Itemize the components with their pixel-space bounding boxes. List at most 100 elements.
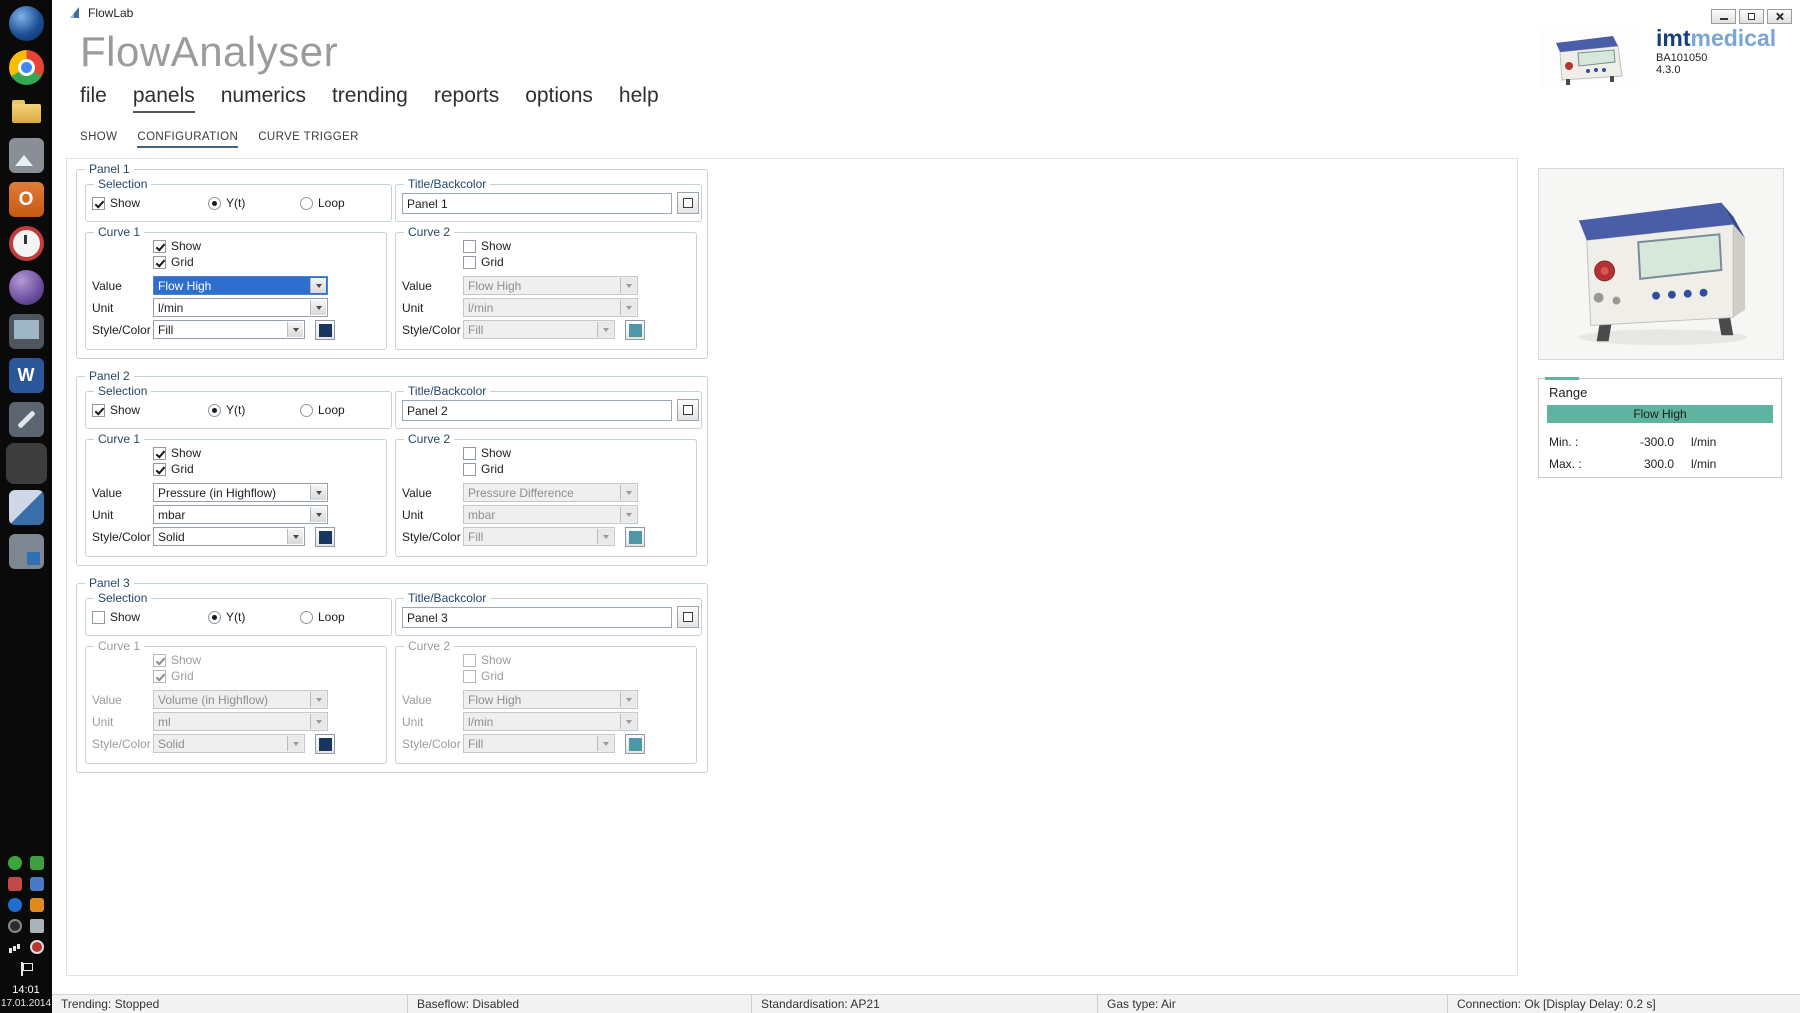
value-dropdown[interactable]: Flow High bbox=[153, 276, 328, 295]
blue-globe-icon[interactable] bbox=[9, 6, 44, 41]
tray-status-icon[interactable] bbox=[8, 919, 22, 933]
chevron-down-icon[interactable] bbox=[620, 692, 636, 707]
checkbox-icon[interactable] bbox=[463, 447, 476, 460]
curve-grid-checkbox[interactable]: Grid bbox=[463, 669, 504, 683]
chrome-icon[interactable] bbox=[9, 50, 44, 85]
curve-grid-checkbox[interactable]: Grid bbox=[153, 669, 194, 683]
radio-icon[interactable] bbox=[208, 611, 221, 624]
curve-show-checkbox[interactable]: Show bbox=[153, 239, 201, 253]
chevron-down-icon[interactable] bbox=[310, 300, 326, 315]
curve-show-checkbox[interactable]: Show bbox=[463, 653, 511, 667]
checkbox-icon[interactable] bbox=[153, 240, 166, 253]
chevron-down-icon[interactable] bbox=[287, 322, 303, 337]
chevron-down-icon[interactable] bbox=[310, 278, 326, 293]
chevron-down-icon[interactable] bbox=[287, 736, 303, 751]
chevron-down-icon[interactable] bbox=[620, 714, 636, 729]
defender-icon[interactable] bbox=[30, 877, 44, 891]
chevron-down-icon[interactable] bbox=[310, 692, 326, 707]
phone-icon[interactable] bbox=[30, 919, 44, 933]
curve-color-button[interactable] bbox=[315, 734, 335, 754]
volume-icon[interactable] bbox=[30, 940, 44, 954]
unit-dropdown[interactable]: mbar bbox=[463, 505, 638, 524]
panel-1-yt-radio[interactable]: Y(t) bbox=[208, 196, 245, 210]
menu-reports[interactable]: reports bbox=[434, 84, 499, 113]
panel-1-show-checkbox[interactable]: Show bbox=[92, 196, 140, 210]
monitor-icon[interactable] bbox=[9, 314, 44, 349]
unit-dropdown[interactable]: l/min bbox=[463, 298, 638, 317]
tab-configuration[interactable]: CONFIGURATION bbox=[137, 131, 238, 148]
restore-button[interactable] bbox=[1739, 9, 1764, 24]
tools-icon[interactable] bbox=[9, 402, 44, 437]
menu-help[interactable]: help bbox=[619, 84, 659, 113]
timer-icon[interactable] bbox=[9, 226, 44, 261]
media-orb-icon[interactable] bbox=[9, 270, 44, 305]
minimize-button[interactable] bbox=[1711, 9, 1736, 24]
chevron-down-icon[interactable] bbox=[597, 529, 613, 544]
checkbox-icon[interactable] bbox=[153, 463, 166, 476]
tab-curve-trigger[interactable]: CURVE TRIGGER bbox=[258, 131, 359, 148]
menu-numerics[interactable]: numerics bbox=[221, 84, 306, 113]
chevron-down-icon[interactable] bbox=[597, 322, 613, 337]
unit-dropdown[interactable]: l/min bbox=[463, 712, 638, 731]
checkbox-icon[interactable] bbox=[463, 463, 476, 476]
curve-show-checkbox[interactable]: Show bbox=[153, 446, 201, 460]
editor-app-icon[interactable] bbox=[9, 534, 44, 569]
style-dropdown[interactable]: Fill bbox=[463, 527, 615, 546]
radio-icon[interactable] bbox=[300, 611, 313, 624]
curve-show-checkbox[interactable]: Show bbox=[463, 446, 511, 460]
curve-grid-checkbox[interactable]: Grid bbox=[153, 255, 194, 269]
chevron-down-icon[interactable] bbox=[597, 736, 613, 751]
unit-dropdown[interactable]: l/min bbox=[153, 298, 328, 317]
panel-3-loop-radio[interactable]: Loop bbox=[300, 610, 345, 624]
chevron-down-icon[interactable] bbox=[620, 278, 636, 293]
curve-show-checkbox[interactable]: Show bbox=[463, 239, 511, 253]
style-dropdown[interactable]: Fill bbox=[463, 320, 615, 339]
style-dropdown[interactable]: Fill bbox=[153, 320, 305, 339]
flowlab-icon[interactable] bbox=[9, 446, 44, 481]
menu-panels[interactable]: panels bbox=[133, 84, 195, 113]
panel-1-loop-radio[interactable]: Loop bbox=[300, 196, 345, 210]
panel-3-show-checkbox[interactable]: Show bbox=[92, 610, 140, 624]
panel-1-title-input[interactable] bbox=[402, 193, 672, 214]
menu-file[interactable]: file bbox=[80, 84, 107, 113]
curve-color-button[interactable] bbox=[625, 734, 645, 754]
outlook-icon[interactable]: O bbox=[9, 182, 44, 217]
photo-viewer-icon[interactable] bbox=[9, 138, 44, 173]
panel-3-title-input[interactable] bbox=[402, 607, 672, 628]
curve-grid-checkbox[interactable]: Grid bbox=[463, 255, 504, 269]
tray-orange-icon[interactable] bbox=[30, 898, 44, 912]
checkbox-icon[interactable] bbox=[463, 670, 476, 683]
checkbox-icon[interactable] bbox=[153, 447, 166, 460]
checkbox-icon[interactable] bbox=[92, 611, 105, 624]
imaging-app-icon[interactable] bbox=[9, 490, 44, 525]
chevron-down-icon[interactable] bbox=[620, 300, 636, 315]
value-dropdown[interactable]: Flow High bbox=[463, 690, 638, 709]
value-dropdown[interactable]: Flow High bbox=[463, 276, 638, 295]
alert-icon[interactable] bbox=[8, 877, 22, 891]
curve-grid-checkbox[interactable]: Grid bbox=[463, 462, 504, 476]
radio-icon[interactable] bbox=[208, 404, 221, 417]
curve-color-button[interactable] bbox=[315, 527, 335, 547]
menu-trending[interactable]: trending bbox=[332, 84, 408, 113]
folder-icon[interactable] bbox=[9, 94, 44, 129]
panel-2-loop-radio[interactable]: Loop bbox=[300, 403, 345, 417]
network-signal-icon[interactable] bbox=[8, 940, 22, 954]
checkbox-icon[interactable] bbox=[153, 670, 166, 683]
panel-3-yt-radio[interactable]: Y(t) bbox=[208, 610, 245, 624]
radio-icon[interactable] bbox=[208, 197, 221, 210]
value-dropdown[interactable]: Pressure (in Highflow) bbox=[153, 483, 328, 502]
chevron-down-icon[interactable] bbox=[287, 529, 303, 544]
style-dropdown[interactable]: Fill bbox=[463, 734, 615, 753]
curve-color-button[interactable] bbox=[625, 527, 645, 547]
chevron-down-icon[interactable] bbox=[310, 507, 326, 522]
radio-icon[interactable] bbox=[300, 197, 313, 210]
panel-2-title-input[interactable] bbox=[402, 400, 672, 421]
panel-2-yt-radio[interactable]: Y(t) bbox=[208, 403, 245, 417]
curve-color-button[interactable] bbox=[625, 320, 645, 340]
panel-2-backcolor-button[interactable] bbox=[677, 399, 699, 421]
unit-dropdown[interactable]: mbar bbox=[153, 505, 328, 524]
checkbox-icon[interactable] bbox=[153, 256, 166, 269]
language-flag-icon[interactable] bbox=[19, 962, 33, 976]
tab-show[interactable]: SHOW bbox=[80, 131, 117, 148]
style-dropdown[interactable]: Solid bbox=[153, 734, 305, 753]
